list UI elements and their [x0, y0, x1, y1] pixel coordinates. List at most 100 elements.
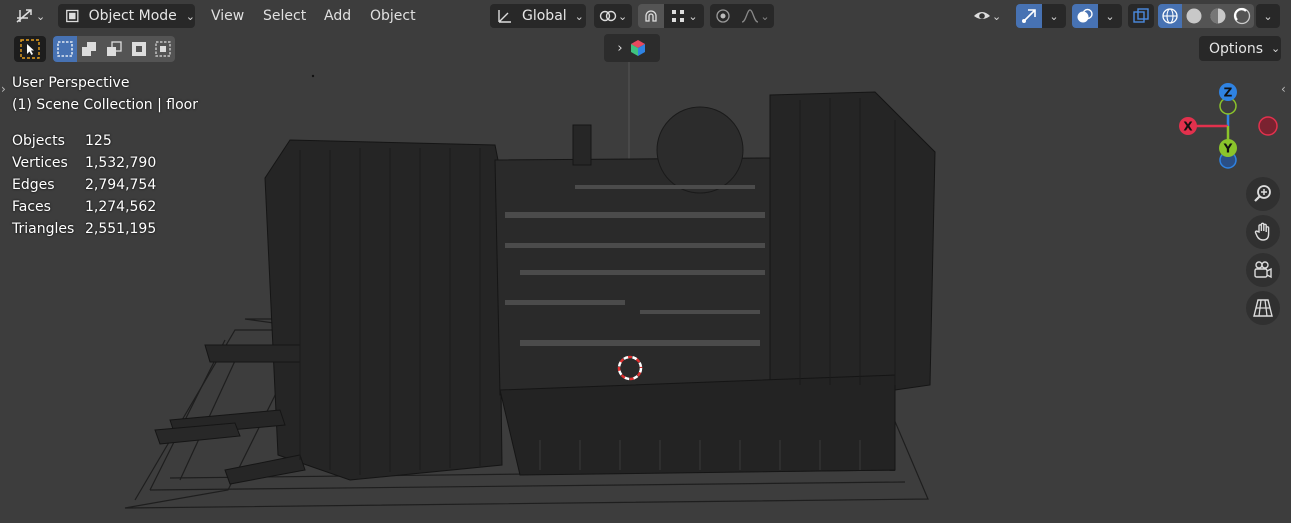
snap-target-dropdown[interactable]: ⌄ — [664, 4, 704, 28]
asset-shelf-toggle[interactable]: › — [604, 34, 660, 62]
stat-value: 2,794,754 — [85, 177, 157, 193]
xray-icon — [1133, 8, 1149, 23]
rendered-shading-icon — [1233, 7, 1251, 25]
visibility-dropdown[interactable]: ⌄ — [972, 4, 1010, 28]
chevron-down-icon: ⌄ — [1263, 9, 1273, 23]
asset-cube-icon — [630, 40, 645, 56]
object-mode-icon — [66, 9, 79, 23]
menu-select[interactable]: Select — [263, 4, 306, 28]
chevron-down-icon: ⌄ — [1049, 9, 1059, 23]
proportional-edit-icon — [716, 9, 730, 23]
gizmo-toggle[interactable] — [1016, 4, 1042, 28]
chevron-down-icon: ⌄ — [618, 9, 628, 23]
shading-options-dropdown[interactable]: ⌄ — [1256, 4, 1280, 28]
options-dropdown[interactable]: Options ⌄ — [1199, 36, 1281, 61]
mode-label: Object Mode — [88, 8, 177, 24]
select-mode-subtract[interactable] — [101, 36, 126, 62]
axis-y-handle[interactable]: Y — [1219, 139, 1237, 157]
cursor-select-icon — [20, 39, 40, 59]
stat-label: Edges — [12, 177, 55, 193]
select-subtract-icon — [106, 41, 122, 56]
perspective-grid-icon — [1253, 299, 1273, 317]
stat-value: 1,274,562 — [85, 199, 157, 215]
overlays-toggle[interactable] — [1072, 4, 1098, 28]
3d-viewport[interactable]: ⌄ Object Mode ⌄ View Select Add Object G… — [0, 0, 1291, 523]
chevron-down-icon: ⌄ — [36, 9, 46, 23]
snap-grid-icon — [672, 10, 685, 22]
proportional-edit-toggle[interactable] — [710, 4, 736, 28]
axis-x-handle[interactable]: X — [1179, 117, 1197, 135]
hand-pan-icon — [1254, 222, 1270, 241]
transform-orientation-dropdown[interactable]: Global ⌄ — [490, 4, 586, 28]
shading-solid-button[interactable] — [1182, 4, 1206, 28]
options-label: Options — [1209, 40, 1264, 57]
select-mode-extend[interactable] — [77, 36, 101, 62]
gizmo-icon — [1022, 9, 1036, 23]
select-mode-intersect[interactable] — [151, 36, 175, 62]
wireframe-shading-icon — [1162, 8, 1178, 24]
axis-z-handle[interactable]: Z — [1219, 83, 1237, 101]
stat-value: 125 — [85, 133, 112, 149]
chevron-down-icon: ⌄ — [1271, 42, 1281, 55]
toolbar-expand-icon[interactable]: › — [1, 82, 6, 96]
chevron-down-icon: ⌄ — [992, 9, 1002, 23]
link-pivot-icon — [599, 10, 617, 22]
shading-rendered-button[interactable] — [1230, 4, 1254, 28]
magnet-icon — [645, 10, 657, 22]
shading-wireframe-button[interactable] — [1158, 4, 1182, 28]
overlays-icon — [1077, 8, 1093, 23]
perspective-toggle-button[interactable] — [1246, 291, 1280, 325]
overlays-dropdown[interactable]: ⌄ — [1098, 4, 1122, 28]
select-mode-new[interactable] — [53, 36, 77, 62]
stat-value: 1,532,790 — [85, 155, 157, 171]
axis-x-label: X — [1183, 120, 1193, 134]
viewport-header: ⌄ Object Mode ⌄ View Select Add Object G… — [0, 0, 1291, 32]
zoom-icon — [1254, 185, 1271, 202]
select-invert-icon — [131, 42, 146, 56]
chevron-down-icon: ⌄ — [185, 9, 195, 23]
axis-transform-icon — [16, 9, 32, 23]
orientation-label: Global — [522, 8, 567, 24]
stat-value: 2,551,195 — [85, 221, 157, 237]
chevron-down-icon: ⌄ — [1105, 9, 1115, 23]
camera-view-icon — [1254, 261, 1272, 279]
mode-dropdown[interactable]: Object Mode ⌄ — [58, 4, 195, 28]
transform-orientation-icon — [498, 10, 511, 23]
menu-object[interactable]: Object — [370, 4, 416, 28]
falloff-dropdown[interactable]: ⌄ — [736, 4, 774, 28]
falloff-curve-icon — [742, 9, 759, 23]
snap-toggle[interactable] — [638, 4, 664, 28]
axis-y-label: Y — [1223, 142, 1233, 156]
select-tool-button[interactable] — [14, 36, 46, 62]
viewport-scene — [124, 60, 936, 509]
camera-view-button[interactable] — [1246, 253, 1280, 287]
menu-view[interactable]: View — [211, 4, 244, 28]
chevron-down-icon: ⌄ — [574, 9, 584, 23]
building-wireframe-model — [154, 91, 936, 485]
stat-label: Faces — [12, 199, 51, 215]
stat-label: Triangles — [12, 221, 75, 237]
axis-z-label: Z — [1224, 86, 1233, 100]
stat-label: Objects — [12, 133, 65, 149]
chevron-right-icon: › — [617, 40, 623, 56]
chevron-down-icon: ⌄ — [688, 9, 698, 23]
navigation-gizmo[interactable]: Z X Y — [1170, 78, 1285, 173]
eye-visibility-icon — [974, 12, 990, 19]
axis-neg-x[interactable] — [1258, 116, 1278, 136]
select-intersect-icon — [155, 41, 171, 57]
shading-material-button[interactable] — [1206, 4, 1230, 28]
zoom-button[interactable] — [1246, 177, 1280, 211]
stat-label: Vertices — [12, 155, 68, 171]
pivot-point-dropdown[interactable]: ⌄ — [594, 4, 632, 28]
material-shading-icon — [1210, 8, 1226, 24]
solid-shading-icon — [1186, 8, 1202, 24]
chevron-down-icon: ⌄ — [760, 9, 770, 23]
gizmo-dropdown[interactable]: ⌄ — [1042, 4, 1066, 28]
pan-button[interactable] — [1246, 215, 1280, 249]
scene-collection-label: (1) Scene Collection | floor — [12, 97, 198, 113]
select-new-icon — [57, 41, 73, 57]
select-mode-invert[interactable] — [126, 36, 151, 62]
editor-type-button[interactable]: ⌄ — [14, 4, 50, 28]
menu-add[interactable]: Add — [324, 4, 351, 28]
xray-toggle[interactable] — [1128, 4, 1154, 28]
